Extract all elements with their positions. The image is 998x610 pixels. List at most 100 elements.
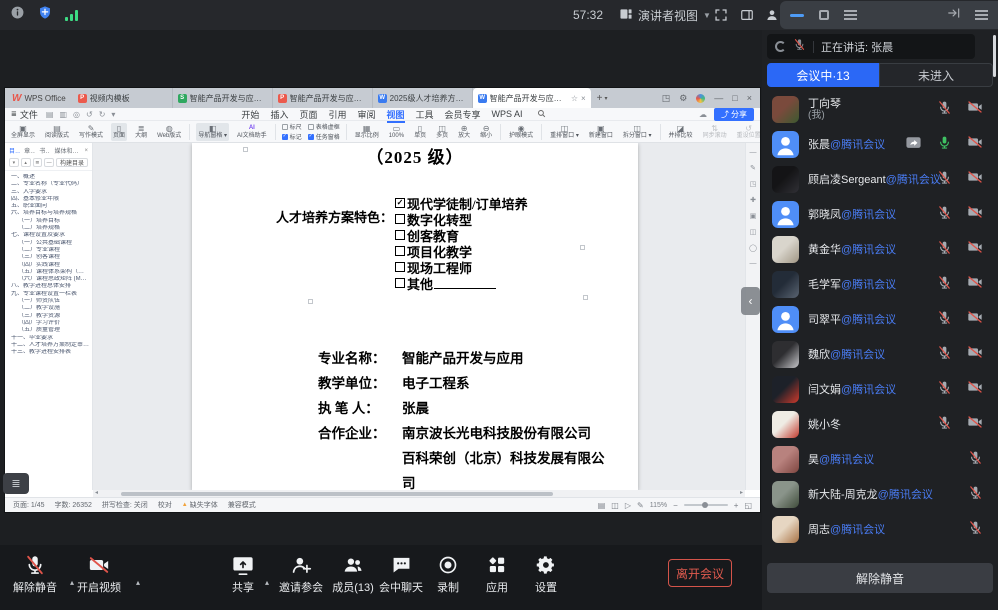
outline-item[interactable]: 八、教学进程总体安排 <box>7 283 90 290</box>
toolbar-button-invite[interactable]: 邀请参会 <box>271 555 331 595</box>
play-view-icon[interactable]: ▷ <box>625 501 631 510</box>
ribbon-button[interactable]: ◪并排比较 <box>667 123 695 141</box>
star-icon[interactable]: ☆ <box>571 94 578 103</box>
collapse-tools-icon[interactable]: — <box>750 149 757 156</box>
mic-off-icon[interactable] <box>937 240 952 260</box>
more-tools-icon[interactable]: — <box>750 260 757 267</box>
ribbon-button[interactable]: ↺重设位置 <box>735 123 760 141</box>
ribbon-button[interactable]: AIAI文档助手 <box>235 123 269 141</box>
help-tool-icon[interactable]: ◯ <box>749 244 757 252</box>
read-view-icon[interactable]: ◫ <box>611 501 619 510</box>
wps-close-icon[interactable]: × <box>747 93 752 103</box>
camera-off-icon[interactable] <box>967 274 983 295</box>
camera-off-icon[interactable] <box>967 309 983 330</box>
document-canvas[interactable]: （2025 级） 人才培养方案特色： ✓现代学徒制/订单培养数字化转型创客教育项… <box>93 143 745 490</box>
panel-scrollbar-thumb[interactable] <box>993 35 996 77</box>
menu-审阅[interactable]: 审阅 <box>357 108 375 121</box>
split-tool-icon[interactable]: ◫ <box>750 228 757 236</box>
document-tab[interactable]: W智能产品开发与应用专业人...☆× <box>473 88 591 108</box>
fullscreen-icon[interactable] <box>714 8 728 27</box>
preview-icon[interactable]: ◎ <box>73 110 80 119</box>
list-menu-icon[interactable] <box>844 8 857 22</box>
ribbon-button[interactable]: ⊖缩小 <box>478 123 494 141</box>
toolbar-button-settings[interactable]: 设置 <box>516 555 576 595</box>
outline-item[interactable]: （五）课程体系架构（见表11所示） <box>7 269 90 276</box>
page-view-icon[interactable]: ▤ <box>598 501 606 510</box>
expand-all-icon[interactable]: ▾ <box>9 158 19 167</box>
floating-toolbar-button[interactable]: ≣ <box>3 473 29 494</box>
camera-off-icon[interactable] <box>967 239 983 260</box>
ribbon-button[interactable]: ✎写作模式 <box>77 123 105 141</box>
wps-minimize-icon[interactable]: — <box>714 93 723 103</box>
scroll-left-icon[interactable]: ◂ <box>95 490 98 497</box>
participant-row[interactable]: 魏欣@腾讯会议 <box>762 337 998 372</box>
nav-tab-章节[interactable]: 章节 <box>24 146 35 155</box>
participant-row[interactable]: 新大陆-周克龙@腾讯会议 <box>762 477 998 512</box>
outline-item[interactable]: （一）公共基础课程 <box>7 240 90 247</box>
share-button[interactable]: ⤴ 分享 <box>714 108 754 121</box>
document-tab[interactable]: P智能产品开发与应用专业(群)教学标准 <box>273 88 373 108</box>
participant-row[interactable]: 姚小冬 <box>762 407 998 442</box>
outline-item[interactable]: 六、培养目标与培养规格 <box>7 210 90 217</box>
outline-item[interactable]: （四）实践课程 <box>7 262 90 269</box>
toolbar-button-share-screen[interactable]: 共享 <box>213 555 273 595</box>
camera-off-icon[interactable] <box>967 414 983 435</box>
ribbon-checkbox-标记[interactable]: ✓标记 <box>282 132 302 141</box>
skin-settings-icon[interactable]: ⚙ <box>679 93 687 104</box>
camera-off-icon[interactable] <box>967 169 983 190</box>
ribbon-button[interactable]: ▤阅读版式 <box>43 123 71 141</box>
hamburger-menu-icon[interactable] <box>975 8 988 22</box>
outline-item[interactable]: 七、课程设置及要求 <box>7 232 90 239</box>
mic-off-icon[interactable] <box>937 170 952 190</box>
wps-logo[interactable]: W WPS Office <box>5 88 73 108</box>
zoom-slider[interactable] <box>684 504 728 506</box>
menu-WPS AI[interactable]: WPS AI <box>492 109 523 119</box>
collapse-to-tab-icon[interactable] <box>947 6 961 25</box>
status-item[interactable]: ▲缺失字体 <box>182 500 218 510</box>
tab-not-joined[interactable]: 未进入 <box>879 63 993 87</box>
chevron-up-icon[interactable]: ▴ <box>265 578 269 587</box>
save-icon[interactable]: ▤ <box>46 110 54 119</box>
ribbon-button[interactable]: ≣大纲 <box>133 123 149 141</box>
security-shield-icon[interactable] <box>38 5 52 25</box>
ribbon-button[interactable]: ◧导航窗格 ▾ <box>196 123 229 141</box>
ribbon-checkbox-标尺[interactable]: 标尺 <box>282 122 302 131</box>
camera-off-icon[interactable] <box>967 99 983 120</box>
fit-page-icon[interactable]: ◱ <box>744 501 752 510</box>
ribbon-button[interactable]: ◫重排窗口 ▾ <box>548 123 581 141</box>
ribbon-button[interactable]: ▯页面 <box>111 123 127 141</box>
redo-icon[interactable]: ↻ <box>99 110 106 119</box>
outline-item[interactable]: （五）质量管理 <box>7 327 90 334</box>
info-icon[interactable] <box>10 5 25 25</box>
pen-tool-icon[interactable]: ✎ <box>750 164 756 172</box>
add-tool-icon[interactable]: ✚ <box>750 196 756 204</box>
ribbon-button[interactable]: ▯单页 <box>412 123 428 141</box>
outline-item[interactable]: （一）培养目标 <box>7 218 90 225</box>
outline-item[interactable]: （四）学习评价 <box>7 320 90 327</box>
file-menu[interactable]: ≣ 文件 <box>11 108 38 121</box>
close-tab-icon[interactable]: × <box>581 94 586 103</box>
menu-插入[interactable]: 插入 <box>270 108 288 121</box>
menu-视图[interactable]: 视图 <box>387 108 405 121</box>
outline-list-icon[interactable]: ≣ <box>33 158 43 167</box>
ribbon-button[interactable]: ◉护眼模式 <box>507 123 535 141</box>
outline-item[interactable]: （二）培养规格 <box>7 225 90 232</box>
ribbon-button[interactable]: ⇅同步滚动 <box>701 123 729 141</box>
nav-tab-媒体和超链接[interactable]: 媒体和超链接 <box>54 146 80 155</box>
side-panel-icon[interactable] <box>740 8 754 27</box>
shape-tool-icon[interactable]: ▣ <box>750 212 757 220</box>
ribbon-button[interactable]: ▣新建窗口 <box>587 123 615 141</box>
menu-引用[interactable]: 引用 <box>328 108 346 121</box>
outline-item[interactable]: （三）教学资源 <box>7 313 90 320</box>
menu-开始[interactable]: 开始 <box>241 108 259 121</box>
ribbon-checkbox-任务窗格[interactable]: ✓任务窗格 <box>308 132 340 141</box>
outline-item[interactable]: 十一、毕业要求 <box>7 335 90 342</box>
maximize-icon[interactable] <box>819 10 829 20</box>
outline-item[interactable]: 十二、人才培养方案制定审定的依据说明 <box>7 342 90 349</box>
ribbon-button[interactable]: ▭100% <box>387 123 406 141</box>
document-tab[interactable]: P视频内模板 <box>73 88 173 108</box>
participant-row[interactable]: 顾启凌Sergeant@腾讯会议 <box>762 162 998 197</box>
undo-icon[interactable]: ↺ <box>86 110 93 119</box>
outline-item[interactable]: （六）课程思政矩阵 (Moral Education Matr... <box>7 276 90 283</box>
ribbon-button[interactable]: ◍Web版式 <box>155 123 183 141</box>
